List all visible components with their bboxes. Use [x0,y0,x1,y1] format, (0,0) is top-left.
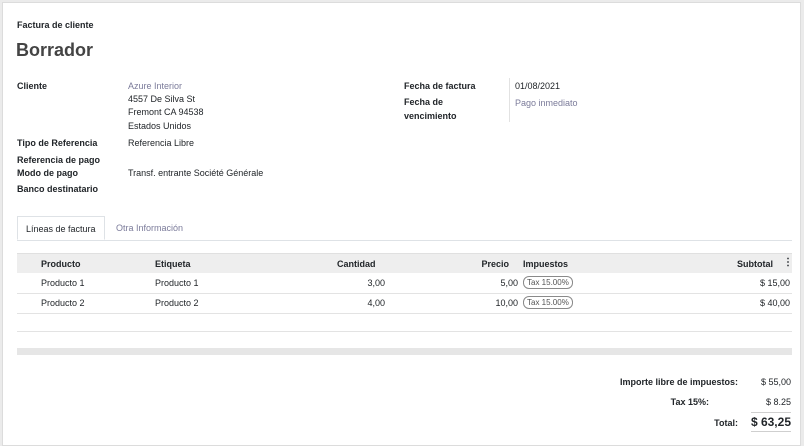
customer-link[interactable]: Azure Interior [128,81,182,91]
total-value: $ 63,25 [750,415,791,429]
tax-amount-label: Tax 15%: [670,397,709,407]
payment-mode-label: Modo de pago [17,168,78,178]
notebook-tabs: Líneas de factura Otra Información [17,216,792,241]
payment-reference-label: Referencia de pago [17,155,101,165]
total-label: Total: [714,418,738,428]
tab-other-info[interactable]: Otra Información [108,216,191,240]
column-product[interactable]: Producto [41,259,81,269]
cell-subtotal: $ 40,00 [759,298,790,308]
payment-mode-value[interactable]: Transf. entrante Société Générale [128,168,263,178]
customer-address-line3: Estados Unidos [128,121,192,131]
tab-invoice-lines[interactable]: Líneas de factura [17,216,105,240]
table-row[interactable]: Producto 2 Producto 2 4,00 10,00 Tax 15.… [17,293,792,314]
section-separator [17,348,792,355]
cell-product: Producto 1 [41,278,85,288]
customer-address-line1: 4557 De Silva St [128,94,196,104]
cell-label: Producto 1 [155,278,199,288]
vertical-dots-icon[interactable]: ⋮ [783,257,793,268]
column-subtotal[interactable]: Subtotal [707,259,773,269]
tax-badge: Tax 15.00% [523,296,573,309]
column-quantity[interactable]: Cantidad [337,259,376,269]
field-divider [509,78,510,122]
reference-type-label: Tipo de Referencia [17,138,98,148]
invoice-date-label: Fecha de factura [404,81,476,91]
invoice-form: Factura de cliente Borrador Cliente Azur… [2,2,801,446]
cell-product: Producto 2 [41,298,85,308]
customer-label: Cliente [17,81,48,91]
table-header: Producto Etiqueta Cantidad Precio Impues… [17,253,793,273]
reference-type-value[interactable]: Referencia Libre [128,138,194,148]
untaxed-amount-label: Importe libre de impuestos: [619,377,738,387]
total-divider [751,412,791,413]
cell-price: 5,00 [500,278,518,288]
cell-quantity: 3,00 [367,278,385,288]
table-end-divider [17,331,792,332]
tax-badge: Tax 15.00% [523,276,573,289]
total-underline [751,431,791,432]
column-taxes[interactable]: Impuestos [523,259,568,269]
invoice-date-value[interactable]: 01/08/2021 [515,81,560,91]
due-date-label-line2: vencimiento [404,111,457,121]
cell-quantity: 4,00 [367,298,385,308]
due-date-label-line1: Fecha de [404,97,444,107]
tax-amount-value: $ 8.25 [765,397,791,407]
table-row[interactable]: Producto 1 Producto 1 3,00 5,00 Tax 15.0… [17,273,792,294]
due-date-value[interactable]: Pago inmediato [515,98,578,108]
document-type-label: Factura de cliente [17,20,94,30]
column-price[interactable]: Precio [457,259,509,269]
cell-subtotal: $ 15,00 [759,278,790,288]
column-label[interactable]: Etiqueta [155,259,191,269]
customer-address-line2: Fremont CA 94538 [128,107,204,117]
cell-label: Producto 2 [155,298,199,308]
status-title: Borrador [16,40,94,60]
cell-price: 10,00 [495,298,518,308]
untaxed-amount-value: $ 55,00 [760,377,791,387]
destination-bank-label: Banco destinatario [17,184,99,194]
